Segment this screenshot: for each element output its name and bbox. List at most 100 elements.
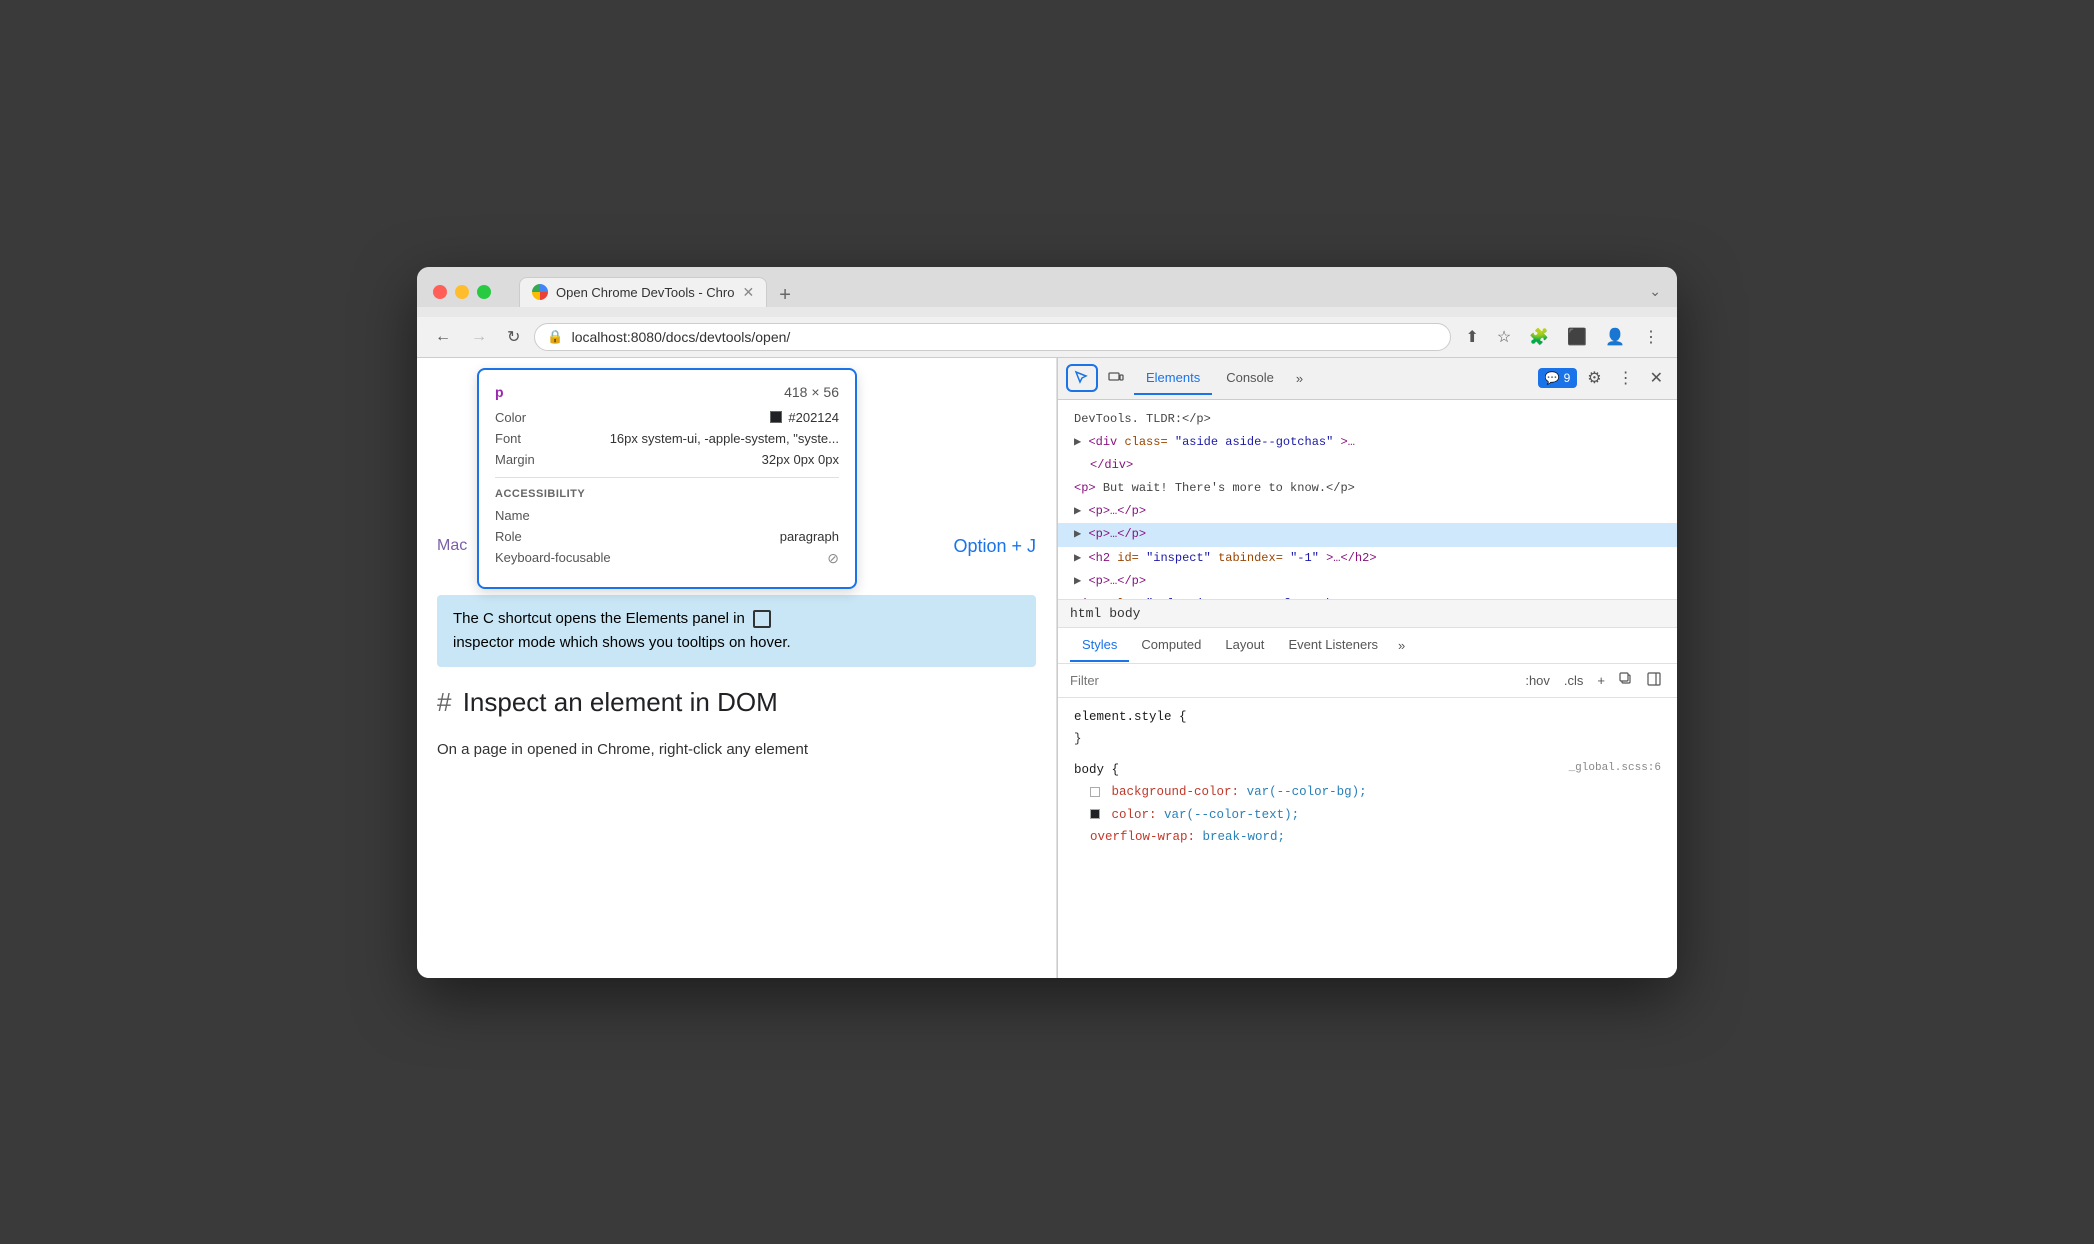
cast-icon[interactable]: ⬛	[1561, 323, 1593, 351]
tooltip-divider	[495, 477, 839, 478]
dom-row[interactable]: </div>	[1058, 454, 1677, 477]
minimize-button[interactable]	[455, 285, 469, 299]
accessibility-label: ACCESSIBILITY	[495, 488, 839, 500]
dom-row[interactable]: ▶ <p>…</p>	[1058, 500, 1677, 523]
dom-tag: <p>…</p>	[1088, 504, 1146, 518]
dom-close-bracket: >…	[1341, 435, 1355, 449]
main-area: Mac Option + C Option + J p 418 × 56 Col…	[417, 358, 1677, 978]
profile-icon[interactable]: 👤	[1599, 323, 1631, 351]
menu-icon[interactable]: ⋮	[1637, 323, 1665, 351]
css-prop-row-2: color: var(--color-text);	[1074, 804, 1661, 827]
tooltip-keyboard-row: Keyboard-focusable ⊘	[495, 550, 839, 567]
color-value: #202124	[770, 410, 839, 425]
shortcut-os-label: Mac	[437, 537, 467, 555]
margin-value: 32px 0px 0px	[762, 452, 839, 467]
bookmark-icon[interactable]: ☆	[1491, 323, 1517, 351]
dom-selected-row[interactable]: ▶ <p>…</p>	[1058, 523, 1677, 546]
tooltip-margin-row: Margin 32px 0px 0px	[495, 452, 839, 467]
share-icon[interactable]: ⬆	[1459, 323, 1484, 351]
hov-button[interactable]: :hov	[1521, 671, 1554, 690]
dom-row[interactable]: DevTools. TLDR:</p>	[1058, 408, 1677, 431]
element-picker-button[interactable]	[1066, 364, 1098, 392]
active-tab[interactable]: Open Chrome DevTools - Chro ✕	[519, 277, 767, 307]
back-button[interactable]: ←	[429, 324, 457, 350]
dom-attr-value: "aside aside--gotchas"	[1175, 435, 1333, 449]
toggle-sidebar-button[interactable]	[1643, 670, 1665, 691]
elements-tab[interactable]: Elements	[1134, 362, 1212, 395]
dom-arrow-icon[interactable]: ▶	[1074, 527, 1081, 541]
text-color-swatch	[1090, 809, 1100, 819]
lock-icon: 🔒	[547, 329, 563, 345]
nav-actions: ⬆ ☆ 🧩 ⬛ 👤 ⋮	[1459, 323, 1665, 351]
tab-title: Open Chrome DevTools - Chro	[556, 285, 734, 300]
dom-tag: >…</h2>	[1326, 551, 1376, 565]
filter-input[interactable]	[1070, 673, 1513, 688]
keyboard-value: ⊘	[827, 550, 839, 567]
cls-button[interactable]: .cls	[1560, 671, 1588, 690]
font-value: 16px system-ui, -apple-system, "syste...	[610, 431, 839, 446]
maximize-button[interactable]	[477, 285, 491, 299]
element-tooltip: p 418 × 56 Color #202124 Font 16px syste…	[477, 368, 857, 589]
address-bar[interactable]: 🔒 localhost:8080/docs/devtools/open/	[534, 323, 1451, 351]
hash-symbol: #	[437, 687, 451, 717]
extension-icon[interactable]: 🧩	[1523, 323, 1555, 351]
nav-bar: ← → ↻ 🔒 localhost:8080/docs/devtools/ope…	[417, 317, 1677, 358]
console-tab[interactable]: Console	[1214, 362, 1286, 395]
color-label: Color	[495, 410, 526, 425]
highlight-line1: The C shortcut opens the Elements panel …	[453, 607, 1020, 631]
highlighted-text-area: The C shortcut opens the Elements panel …	[437, 595, 1036, 667]
tab-close-icon[interactable]: ✕	[742, 284, 754, 301]
shortcut-j-key: Option + J	[953, 536, 1036, 557]
tab-menu-arrow[interactable]: ⌄	[1649, 283, 1661, 300]
dom-closing-tag: </div>	[1090, 458, 1133, 472]
dom-row[interactable]: ▶ <p>…</p>	[1058, 570, 1677, 593]
devtools-toolbar: Elements Console » 💬 9 ⚙ ⋮ ✕	[1058, 358, 1677, 400]
dom-attr-value: "-1"	[1290, 551, 1319, 565]
tooltip-header: p 418 × 56	[495, 384, 839, 400]
reload-button[interactable]: ↻	[501, 323, 526, 351]
inspector-icon	[753, 610, 771, 628]
breadcrumb-html[interactable]: html	[1070, 606, 1101, 621]
event-listeners-tab[interactable]: Event Listeners	[1276, 629, 1390, 662]
dom-arrow-icon[interactable]: ▶	[1074, 551, 1081, 565]
forward-button[interactable]: →	[465, 324, 493, 350]
close-devtools-button[interactable]: ✕	[1644, 364, 1669, 392]
copy-styles-button[interactable]	[1615, 670, 1637, 691]
dom-row[interactable]: ▶ <div class= "aside aside--gotchas" >…	[1058, 431, 1677, 454]
styles-tab[interactable]: Styles	[1070, 629, 1129, 662]
breadcrumb-body[interactable]: body	[1109, 606, 1140, 621]
dom-arrow-icon[interactable]: ▶	[1074, 504, 1081, 518]
dom-tag: <p>…</p>	[1088, 527, 1146, 541]
new-tab-button[interactable]: +	[771, 284, 799, 307]
more-style-tabs[interactable]: »	[1390, 634, 1413, 657]
bg-color-swatch	[1090, 787, 1100, 797]
dom-arrow-icon[interactable]: ▶	[1074, 574, 1081, 588]
dom-row[interactable]: <p> But wait! There's more to know.</p>	[1058, 477, 1677, 500]
a11y-name-label: Name	[495, 508, 530, 523]
body-text: On a page in opened in Chrome, right-cli…	[437, 738, 1036, 762]
more-options-button[interactable]: ⋮	[1612, 364, 1640, 392]
layout-tab[interactable]: Layout	[1213, 629, 1276, 662]
computed-tab[interactable]: Computed	[1129, 629, 1213, 662]
dom-attr-name: id=	[1117, 551, 1139, 565]
add-style-button[interactable]: +	[1593, 671, 1609, 690]
dom-text: But wait! There's more to know.</p>	[1103, 481, 1355, 495]
settings-button[interactable]: ⚙	[1581, 364, 1607, 392]
tooltip-element-tag: p	[495, 384, 504, 400]
dom-tag: <h2	[1088, 551, 1117, 565]
dom-tree[interactable]: DevTools. TLDR:</p> ▶ <div class= "aside…	[1058, 400, 1677, 600]
tabs-bar: Open Chrome DevTools - Chro ✕ +	[519, 277, 799, 307]
more-tabs-button[interactable]: »	[1288, 367, 1311, 390]
dom-tag: <p>…</p>	[1088, 574, 1146, 588]
tooltip-dimensions: 418 × 56	[784, 384, 839, 400]
styles-panel: Styles Computed Layout Event Listeners »…	[1058, 628, 1677, 978]
css-prop-row-1: background-color: var(--color-bg);	[1074, 781, 1661, 804]
dom-row[interactable]: ▶ <h2 id= "inspect" tabindex= "-1" >…</h…	[1058, 547, 1677, 570]
dom-arrow-icon[interactable]: ▶	[1074, 435, 1081, 449]
device-toggle-button[interactable]	[1102, 364, 1130, 392]
notification-icon: 💬	[1545, 371, 1560, 385]
url-text: localhost:8080/docs/devtools/open/	[572, 329, 1439, 345]
console-notification[interactable]: 💬 9	[1538, 368, 1578, 388]
close-button[interactable]	[433, 285, 447, 299]
css-origin: _global.scss:6	[1569, 759, 1661, 779]
